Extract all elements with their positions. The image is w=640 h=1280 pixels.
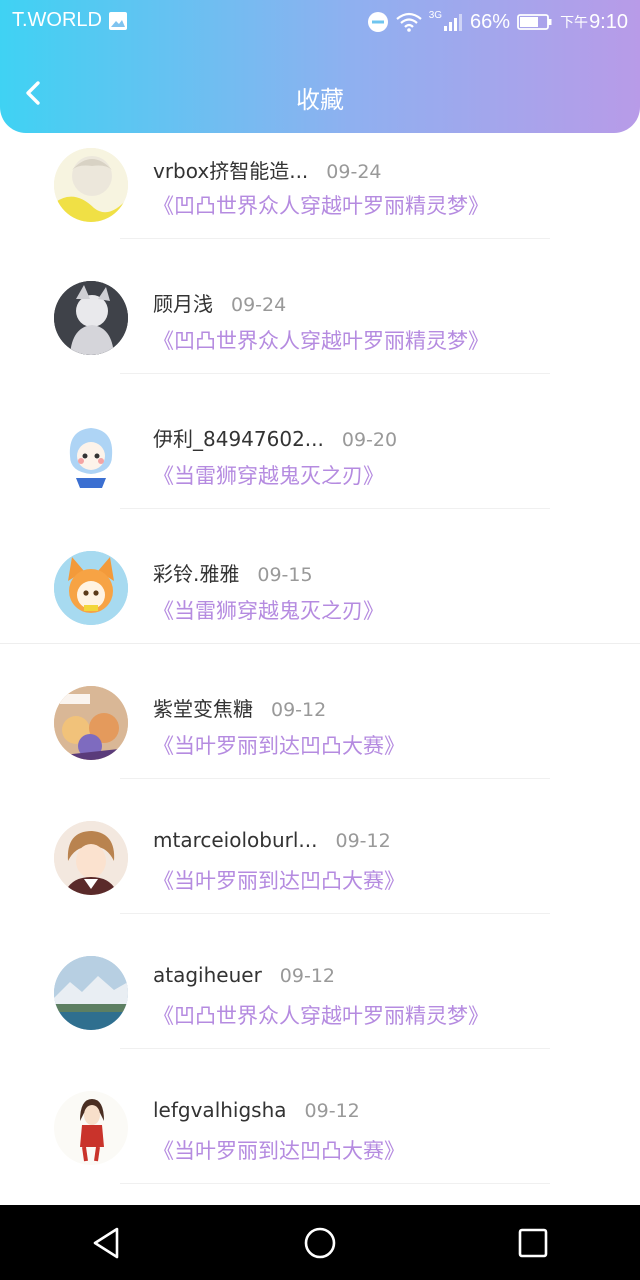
username: lefgvalhigsha [153, 1098, 287, 1122]
nav-home-button[interactable] [290, 1213, 350, 1273]
system-nav-bar [0, 1205, 640, 1280]
date: 09-12 [335, 830, 391, 852]
clock: 9:10 [589, 10, 628, 33]
name-row: 顾月浅 09-24 [153, 288, 286, 317]
title-bar: 收藏 [0, 60, 640, 132]
carrier-label: T.WORLD [12, 9, 102, 31]
divider [120, 508, 550, 509]
avatar [54, 956, 128, 1030]
date: 09-24 [231, 294, 287, 316]
name-row: 伊利_84947602... 09-20 [153, 423, 397, 452]
triangle-back-icon [93, 1227, 118, 1258]
date: 09-20 [341, 429, 398, 451]
name-row: mtarceioloburl... 09-12 [153, 828, 391, 852]
nav-back-button[interactable] [77, 1213, 137, 1273]
book-title-link[interactable]: 《当雷狮穿越鬼灭之刃》 [153, 595, 384, 625]
list-item[interactable]: 伊利_84947602... 09-20 《当雷狮穿越鬼灭之刃》 [0, 375, 640, 510]
name-row: atagiheuer 09-12 [153, 963, 335, 987]
list-item[interactable]: 彩铃.雅雅 09-15 《当雷狮穿越鬼灭之刃》 [0, 510, 640, 645]
book-title-link[interactable]: 《当叶罗丽到达凹凸大赛》 [153, 865, 405, 895]
list-item[interactable]: lefgvalhigsha 09-12 《当叶罗丽到达凹凸大赛》 [0, 1050, 640, 1185]
status-icons: 3G 66% 下午 9:10 [367, 9, 628, 35]
username: mtarceioloburl... [153, 828, 318, 852]
page-title: 收藏 [296, 86, 344, 114]
name-row: lefgvalhigsha 09-12 [153, 1098, 360, 1122]
date: 09-15 [257, 564, 313, 586]
list-item[interactable]: atagiheuer 09-12 《凹凸世界众人穿越叶罗丽精灵梦》 [0, 915, 640, 1050]
list-item[interactable]: 顾月浅 09-24 《凹凸世界众人穿越叶罗丽精灵梦》 [0, 240, 640, 375]
date: 09-24 [326, 161, 382, 183]
nav-recents-button[interactable] [503, 1213, 563, 1273]
book-title-link[interactable]: 《凹凸世界众人穿越叶罗丽精灵梦》 [153, 325, 489, 355]
list-item[interactable]: 紫堂变焦糖 09-12 《当叶罗丽到达凹凸大赛》 [0, 645, 640, 780]
avatar [54, 1091, 128, 1165]
avatar [54, 148, 128, 222]
book-title-link[interactable]: 《当雷狮穿越鬼灭之刃》 [153, 460, 384, 490]
book-title-link[interactable]: 《凹凸世界众人穿越叶罗丽精灵梦》 [153, 1000, 489, 1030]
username: atagiheuer [153, 963, 262, 987]
book-title-link[interactable]: 《当叶罗丽到达凹凸大赛》 [153, 1135, 405, 1165]
status-bar: T.WORLD 3G 66% 下午 9:10 [0, 0, 640, 44]
battery-percent: 66% [470, 10, 511, 33]
username: 顾月浅 [153, 292, 213, 316]
divider [120, 373, 550, 374]
wifi-icon [395, 12, 422, 32]
divider [120, 238, 550, 239]
username: 彩铃.雅雅 [153, 562, 240, 586]
signal-icon [444, 14, 463, 31]
name-row: 彩铃.雅雅 09-15 [153, 558, 313, 587]
do-not-disturb-icon [367, 12, 388, 32]
date: 09-12 [271, 699, 327, 721]
username: 伊利_84947602... [153, 427, 324, 451]
list-item[interactable]: mtarceioloburl... 09-12 《当叶罗丽到达凹凸大赛》 [0, 780, 640, 915]
divider [120, 1048, 550, 1049]
circle-home-icon [304, 1227, 336, 1258]
battery-icon [517, 14, 552, 30]
name-row: vrbox挤智能造... 09-24 [153, 155, 382, 184]
divider [0, 643, 640, 644]
avatar [54, 281, 128, 355]
username: 紫堂变焦糖 [153, 697, 253, 721]
square-recents-icon [519, 1228, 548, 1257]
book-title-link[interactable]: 《凹凸世界众人穿越叶罗丽精灵梦》 [153, 190, 489, 220]
name-row: 紫堂变焦糖 09-12 [153, 693, 326, 722]
avatar [54, 686, 128, 760]
avatar [54, 551, 128, 625]
divider [120, 913, 550, 914]
image-notification-icon [109, 12, 127, 30]
username: vrbox挤智能造... [153, 159, 309, 183]
avatar [54, 821, 128, 895]
divider [120, 1183, 550, 1184]
time-period: 下午 [560, 14, 589, 30]
date: 09-12 [279, 965, 336, 987]
network-type-label: 3G [428, 9, 443, 21]
book-title-link[interactable]: 《当叶罗丽到达凹凸大赛》 [153, 730, 405, 760]
app-header: T.WORLD 3G 66% 下午 9:10 收藏 [0, 0, 640, 133]
date: 09-12 [304, 1100, 360, 1122]
divider [120, 778, 550, 779]
avatar [54, 416, 128, 490]
